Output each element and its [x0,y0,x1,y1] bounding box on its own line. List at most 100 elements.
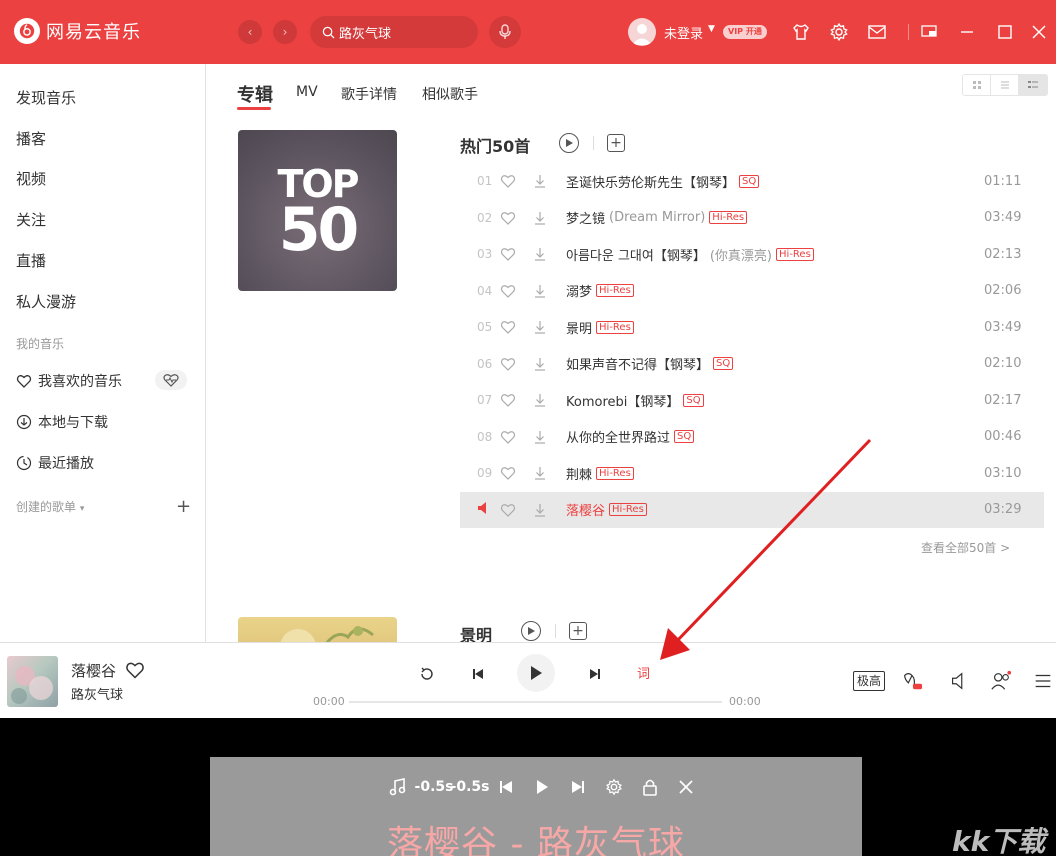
search-box[interactable] [310,16,478,48]
now-playing-artist[interactable]: 路灰气球 [71,684,123,703]
now-playing-title[interactable]: 落樱谷 [71,660,116,681]
song-row[interactable]: 06 如果声音不记得【钢琴】 SQ 02:10 [460,346,1044,382]
previous-button[interactable] [468,664,488,684]
settings-button[interactable] [828,21,850,43]
lyrics-toggle-button[interactable]: 词 [637,663,650,682]
like-button[interactable] [125,660,145,680]
volume-button[interactable] [947,669,971,693]
play-all-button[interactable] [559,133,579,153]
download-song-button[interactable] [524,429,556,445]
detail-view-button[interactable] [1019,75,1047,95]
play-album-button[interactable] [521,621,541,641]
tab-album[interactable]: 专辑 [237,81,273,107]
sidebar-item-live[interactable]: 直播 [16,250,46,271]
like-song-button[interactable] [492,210,524,226]
song-row[interactable]: 01 圣诞快乐劳伦斯先生【钢琴】 SQ 01:11 [460,163,1044,199]
forward-button[interactable]: › [273,20,297,44]
download-song-button[interactable] [524,465,556,481]
song-row[interactable]: 落樱谷 Hi-Res 03:29 [460,491,1044,528]
like-song-button[interactable] [492,502,524,518]
song-title[interactable]: 从你的全世界路过 [566,427,670,446]
lyrics-settings-button[interactable] [596,775,632,799]
create-playlist-button[interactable]: + [176,496,191,517]
vip-badge[interactable]: VIP 开通 [723,25,767,39]
song-title[interactable]: 荆棘 [566,464,592,483]
list-view-button[interactable] [991,75,1019,95]
song-row[interactable]: 08 从你的全世界路过 SQ 00:46 [460,419,1044,455]
song-title[interactable]: 溺梦 [566,281,592,300]
back-button[interactable]: ‹ [238,20,262,44]
messages-button[interactable] [866,21,888,43]
mini-mode-button[interactable] [918,21,940,43]
song-row[interactable]: 04 溺梦 Hi-Res 02:06 [460,273,1044,309]
skin-button[interactable] [790,21,812,43]
tab-mv[interactable]: MV [296,84,318,100]
sidebar-item-liked[interactable]: 我喜欢的音乐 [16,371,122,391]
listen-together-button[interactable] [989,669,1013,693]
like-song-button[interactable] [492,319,524,335]
download-song-button[interactable] [524,356,556,372]
download-song-button[interactable] [524,246,556,262]
like-song-button[interactable] [492,465,524,481]
user-avatar[interactable] [628,18,656,46]
song-row[interactable]: 03 아름다운 그대여【钢琴】 (你真漂亮) Hi-Res 02:13 [460,236,1044,272]
sound-effect-button[interactable] [900,669,924,693]
sidebar-item-follow[interactable]: 关注 [16,209,46,230]
chevron-down-icon[interactable]: ▼ [708,24,715,34]
grid-view-button[interactable] [963,75,991,95]
see-all-link[interactable]: 查看全部50首 > [921,539,1010,556]
lyrics-close-button[interactable] [668,775,704,799]
song-title[interactable]: 落樱谷 [566,500,605,519]
music-note-button[interactable] [380,775,416,799]
song-title[interactable]: 梦之镜 [566,208,605,227]
desktop-lyrics-window[interactable]: -0.5s -0.5s 落樱谷 - 路灰气球 [210,757,862,856]
maximize-button[interactable] [994,21,1016,43]
add-to-playlist-button[interactable]: + [607,134,625,152]
sidebar-item-recent[interactable]: 最近播放 [16,453,94,473]
close-button[interactable] [1028,21,1050,43]
sidebar-item-video[interactable]: 视频 [16,168,46,189]
search-input[interactable] [339,24,469,40]
next-button[interactable] [585,664,605,684]
sidebar-item-discover[interactable]: 发现音乐 [16,87,76,108]
add-album-button[interactable]: + [569,622,587,640]
play-pause-button[interactable] [517,654,555,692]
voice-search-button[interactable] [489,16,521,48]
top50-cover[interactable]: TOP 50 [238,130,397,291]
sidebar-item-podcast[interactable]: 播客 [16,128,46,149]
song-row[interactable]: 09 荆棘 Hi-Res 03:10 [460,455,1044,491]
song-title[interactable]: 如果声音不记得【钢琴】 [566,354,709,373]
lyrics-previous-button[interactable] [488,775,524,799]
lyrics-next-button[interactable] [560,775,596,799]
song-row[interactable]: 07 Komorebi【钢琴】 SQ 02:17 [460,382,1044,418]
lyrics-lock-button[interactable] [632,775,668,799]
download-song-button[interactable] [524,319,556,335]
song-title[interactable]: 아름다운 그대여【钢琴】 [566,245,706,264]
download-song-button[interactable] [524,173,556,189]
lyrics-delay-button[interactable]: -0.5s [415,775,454,799]
song-title[interactable]: 景明 [566,318,592,337]
app-logo[interactable]: 网易云音乐 [14,18,141,44]
download-song-button[interactable] [524,502,556,518]
song-row[interactable]: 02 梦之镜 (Dream Mirror) Hi-Res 03:49 [460,200,1044,236]
heartbeat-mode-button[interactable] [155,370,187,390]
playlist-button[interactable] [1031,669,1055,693]
like-song-button[interactable] [492,173,524,189]
created-playlists-heading[interactable]: 创建的歌单 ▾ [16,498,84,515]
like-song-button[interactable] [492,283,524,299]
like-song-button[interactable] [492,392,524,408]
lyrics-play-button[interactable] [524,775,560,799]
download-song-button[interactable] [524,210,556,226]
song-row[interactable]: 05 景明 Hi-Res 03:49 [460,309,1044,345]
like-song-button[interactable] [492,429,524,445]
download-song-button[interactable] [524,283,556,299]
song-title[interactable]: 圣诞快乐劳伦斯先生【钢琴】 [566,172,735,191]
tab-similar-artists[interactable]: 相似歌手 [422,84,478,104]
like-song-button[interactable] [492,356,524,372]
minimize-button[interactable] [956,21,978,43]
lyrics-advance-button[interactable]: -0.5s [451,775,490,799]
login-link[interactable]: 未登录 [664,23,703,42]
download-song-button[interactable] [524,392,556,408]
song-title[interactable]: Komorebi【钢琴】 [566,391,679,410]
album-cover-jingming[interactable] [238,617,397,642]
